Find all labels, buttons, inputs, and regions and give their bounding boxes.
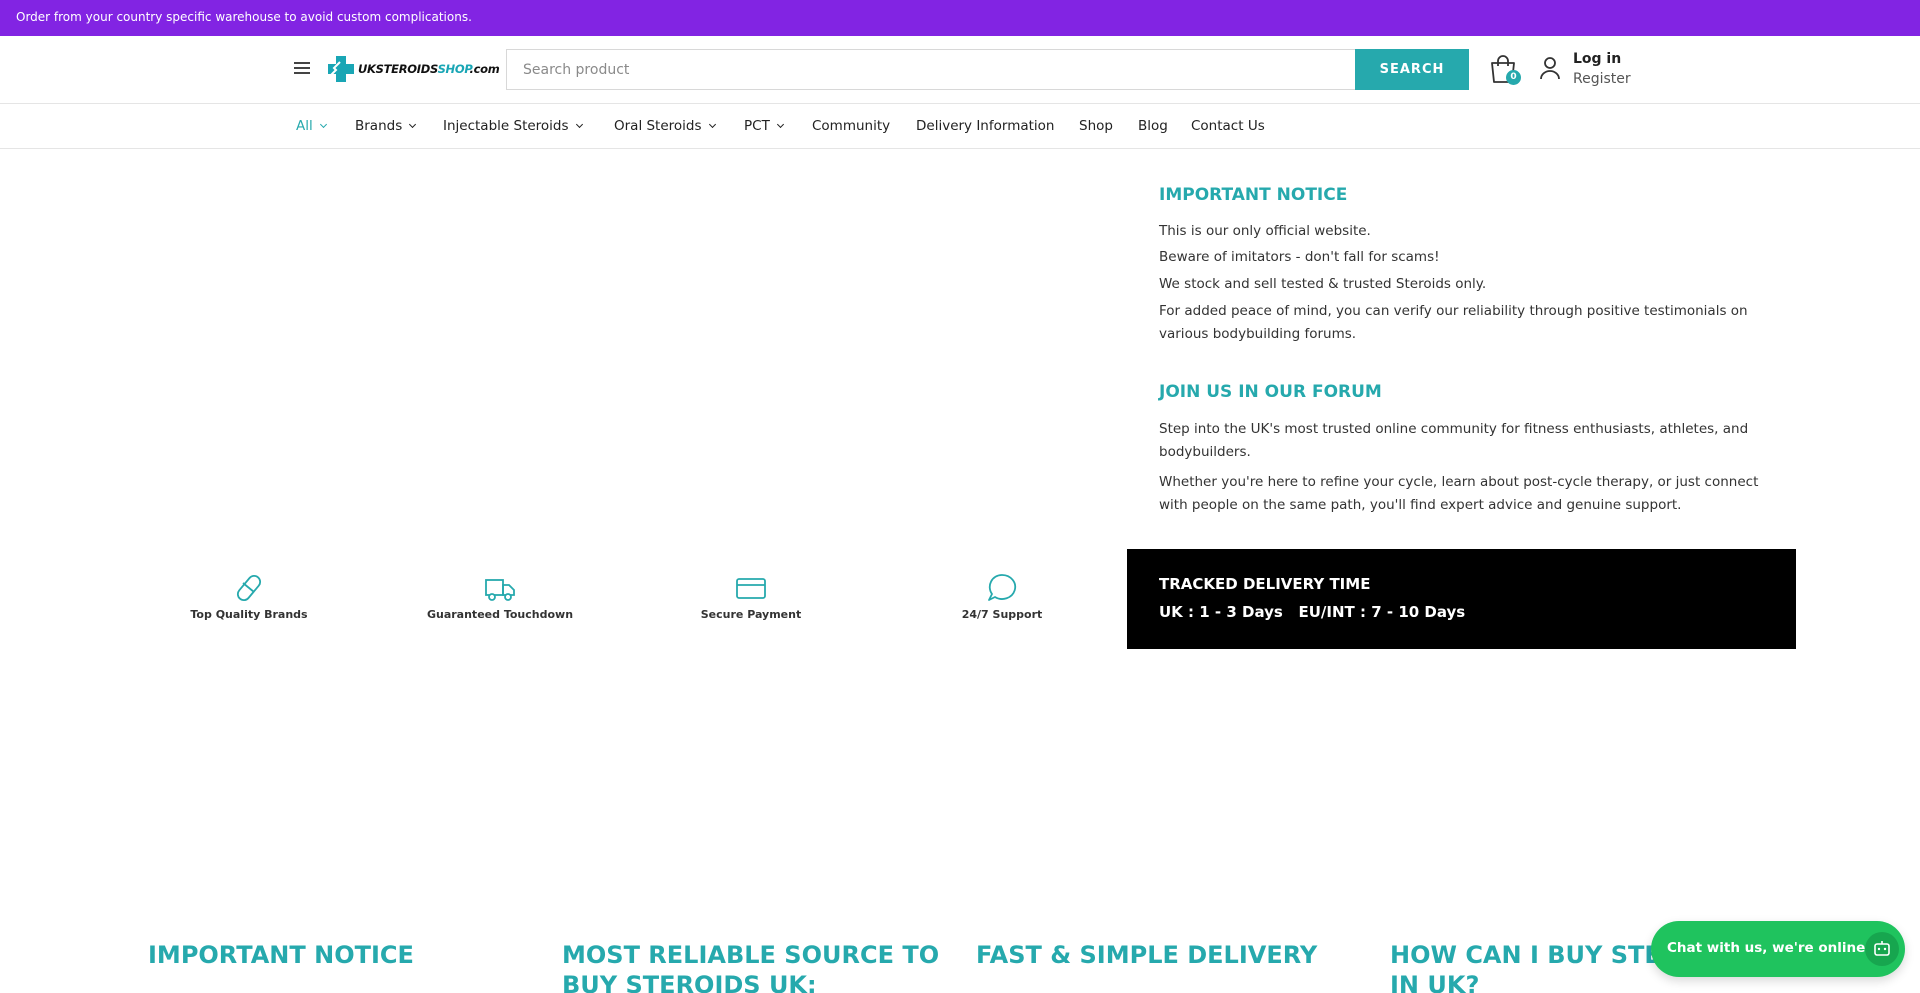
important-notice-title: IMPORTANT NOTICE: [1159, 185, 1348, 205]
pill-icon: [236, 574, 262, 602]
announcement-bar: Order from your country specific warehou…: [0, 0, 1920, 36]
column-title: FAST & SIMPLE DELIVERY: [976, 941, 1318, 969]
login-link[interactable]: Log in: [1573, 51, 1621, 67]
feature-label: 24/7 Support: [961, 608, 1043, 621]
forum-title: JOIN US IN OUR FORUM: [1159, 382, 1382, 402]
logo-text: UKSTEROIDSSHOP.com: [358, 62, 500, 76]
search-input[interactable]: [506, 49, 1355, 90]
nav-item-pct[interactable]: PCT: [744, 118, 784, 134]
feature-item: 24/7 Support: [902, 572, 1102, 621]
cart-count-badge: 0: [1506, 70, 1521, 85]
chat-bubble-icon: [988, 574, 1017, 601]
important-notice-section: IMPORTANT NOTICE: [1159, 185, 1769, 205]
chat-label: Chat with us, we're online!: [1667, 940, 1872, 956]
notice-line: We stock and sell tested & trusted Stero…: [1159, 276, 1487, 292]
register-link[interactable]: Register: [1573, 71, 1631, 87]
search-button[interactable]: SEARCH: [1355, 49, 1469, 90]
chevron-down-icon: [575, 120, 583, 129]
forum-section: JOIN US IN OUR FORUM: [1159, 382, 1769, 402]
feature-item: Secure Payment: [651, 572, 851, 621]
feature-label: Secure Payment: [700, 608, 802, 621]
cart-button[interactable]: 0: [1489, 54, 1521, 86]
feature-item: Top Quality Brands: [149, 572, 349, 621]
nav-item-contact-us[interactable]: Contact Us: [1191, 118, 1265, 134]
feature-label: Top Quality Brands: [190, 608, 308, 621]
credit-card-icon: [736, 578, 766, 599]
site-header: UKSTEROIDSSHOP.com SEARCH 0 Log in Regis…: [0, 36, 1920, 104]
nav-item-blog[interactable]: Blog: [1138, 118, 1168, 134]
forum-line: Whether you're here to refine your cycle…: [1159, 474, 1759, 513]
feature-label: Guaranteed Touchdown: [426, 608, 574, 621]
user-icon[interactable]: [1540, 56, 1560, 80]
search-bar: SEARCH: [506, 49, 1469, 90]
notice-line: For added peace of mind, you can verify …: [1159, 303, 1748, 342]
announcement-text: Order from your country specific warehou…: [16, 10, 472, 24]
chevron-down-icon: [409, 120, 417, 129]
nav-item-community[interactable]: Community: [812, 118, 890, 134]
notice-line: This is our only official website.: [1159, 223, 1371, 239]
chat-widget-button[interactable]: Chat with us, we're online!: [1651, 921, 1905, 977]
chatbot-icon: [1865, 932, 1899, 966]
chevron-down-icon: [776, 120, 784, 129]
nav-item-brands[interactable]: Brands: [355, 118, 417, 134]
delivery-time-banner: TRACKED DELIVERY TIME UK : 1 - 3 Days EU…: [1127, 549, 1796, 649]
site-logo[interactable]: UKSTEROIDSSHOP.com: [326, 54, 500, 84]
main-nav: All Brands Injectable Steroids Oral Ster…: [0, 105, 1920, 149]
chevron-down-icon: [708, 120, 716, 129]
delivery-title: TRACKED DELIVERY TIME: [1159, 575, 1371, 593]
cross-logo-icon: [328, 56, 354, 82]
nav-item-injectable-steroids[interactable]: Injectable Steroids: [443, 118, 583, 134]
nav-item-all[interactable]: All: [296, 118, 327, 134]
nav-item-oral-steroids[interactable]: Oral Steroids: [614, 118, 716, 134]
feature-item: Guaranteed Touchdown: [400, 572, 600, 621]
chevron-down-icon: [319, 120, 327, 129]
forum-line: Step into the UK's most trusted online c…: [1159, 421, 1749, 460]
delivery-times: UK : 1 - 3 Days EU/INT : 7 - 10 Days: [1159, 603, 1466, 621]
menu-icon[interactable]: [294, 61, 312, 75]
notice-line: Beware of imitators - don't fall for sca…: [1159, 249, 1440, 265]
column-title: MOST RELIABLE SOURCE TO BUY STEROIDS UK:: [562, 941, 940, 993]
column-title: IMPORTANT NOTICE: [148, 941, 414, 969]
truck-icon: [485, 579, 515, 601]
nav-item-delivery-information[interactable]: Delivery Information: [916, 118, 1054, 134]
nav-item-shop[interactable]: Shop: [1079, 118, 1113, 134]
